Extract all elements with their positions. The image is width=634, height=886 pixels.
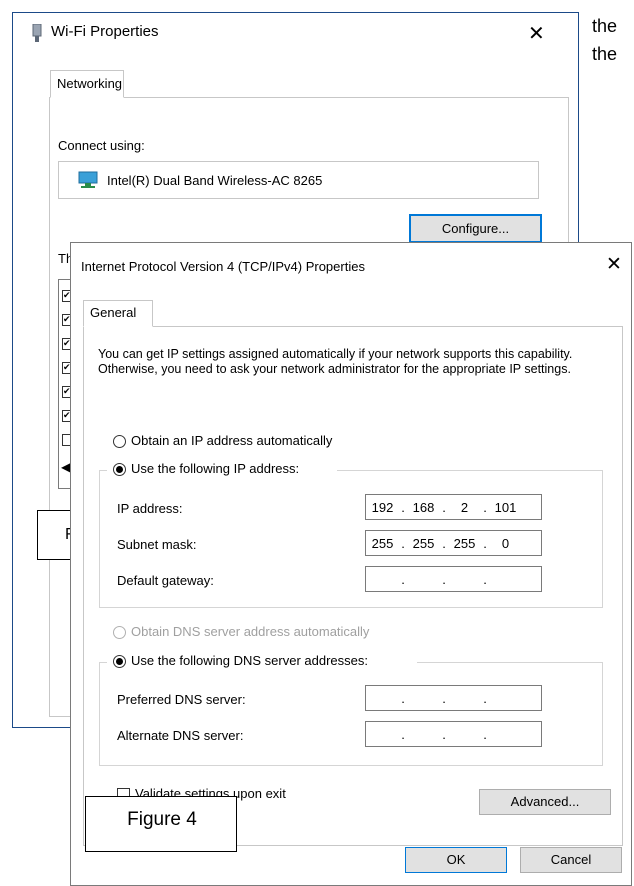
default-gateway-label: Default gateway: xyxy=(117,573,214,588)
use-following-dns-label[interactable]: Use the following DNS server addresses: xyxy=(131,653,368,668)
ip-address-field[interactable]: 192. 168. 2. 101 xyxy=(365,494,542,520)
default-gateway-field[interactable]: . . . xyxy=(365,566,542,592)
wifi-close-icon[interactable]: ✕ xyxy=(528,21,545,46)
tab-networking[interactable]: Networking xyxy=(50,70,124,98)
alternate-dns-label: Alternate DNS server: xyxy=(117,728,244,743)
obtain-ip-auto-radio[interactable] xyxy=(113,435,126,448)
subnet-octet[interactable]: 255 xyxy=(366,536,399,551)
background-text-line1: the xyxy=(592,16,618,36)
ipv4-dialog-title: Internet Protocol Version 4 (TCP/IPv4) P… xyxy=(81,259,365,274)
ip-octet[interactable]: 168 xyxy=(407,500,440,515)
ipv4-close-icon[interactable]: ✕ xyxy=(606,253,622,276)
subnet-mask-field[interactable]: 255. 255. 255. 0 xyxy=(365,530,542,556)
configure-button-label: Configure... xyxy=(441,221,510,236)
ip-octet[interactable]: 192 xyxy=(366,500,399,515)
ok-button[interactable]: OK xyxy=(405,847,507,873)
use-following-ip-radio[interactable] xyxy=(113,463,126,476)
ip-octet[interactable]: 101 xyxy=(489,500,522,515)
network-adapter-icon xyxy=(31,23,43,45)
subnet-octet[interactable]: 255 xyxy=(448,536,481,551)
use-following-ip-label[interactable]: Use the following IP address: xyxy=(131,461,299,476)
preferred-dns-label: Preferred DNS server: xyxy=(117,692,246,707)
ip-address-label: IP address: xyxy=(117,501,183,516)
figure-4-label: Figure 4 xyxy=(127,809,197,830)
obtain-dns-auto-radio[interactable] xyxy=(113,626,126,639)
ip-settings-description: You can get IP settings assigned automat… xyxy=(98,347,573,376)
preferred-dns-field[interactable]: . . . xyxy=(365,685,542,711)
use-following-dns-radio[interactable] xyxy=(113,655,126,668)
advanced-button-label: Advanced... xyxy=(510,794,580,809)
configure-button[interactable]: Configure... xyxy=(409,214,542,243)
subnet-mask-label: Subnet mask: xyxy=(117,537,197,552)
alternate-dns-field[interactable]: . . . xyxy=(365,721,542,747)
obtain-dns-auto-label[interactable]: Obtain DNS server address automatically xyxy=(131,624,369,639)
connect-using-label: Connect using: xyxy=(58,138,145,153)
cancel-button[interactable]: Cancel xyxy=(520,847,622,873)
ip-octet[interactable]: 2 xyxy=(448,500,481,515)
adapter-icon xyxy=(77,171,99,192)
scroll-left-icon[interactable]: ◀ xyxy=(61,460,70,474)
obtain-ip-auto-label[interactable]: Obtain an IP address automatically xyxy=(131,433,332,448)
subnet-octet[interactable]: 255 xyxy=(407,536,440,551)
figure-4-box: Figure 4 xyxy=(85,796,237,852)
ok-button-label: OK xyxy=(446,852,466,867)
cancel-button-label: Cancel xyxy=(550,852,592,867)
tab-general[interactable]: General xyxy=(83,300,153,327)
dns-group xyxy=(99,662,603,766)
adapter-name: Intel(R) Dual Band Wireless-AC 8265 xyxy=(107,173,323,188)
background-text-line2: the xyxy=(592,44,618,64)
wifi-window-title: Wi-Fi Properties xyxy=(51,23,159,40)
subnet-octet[interactable]: 0 xyxy=(489,536,522,551)
ipv4-properties-dialog: Internet Protocol Version 4 (TCP/IPv4) P… xyxy=(70,242,632,886)
advanced-button[interactable]: Advanced... xyxy=(479,789,611,815)
